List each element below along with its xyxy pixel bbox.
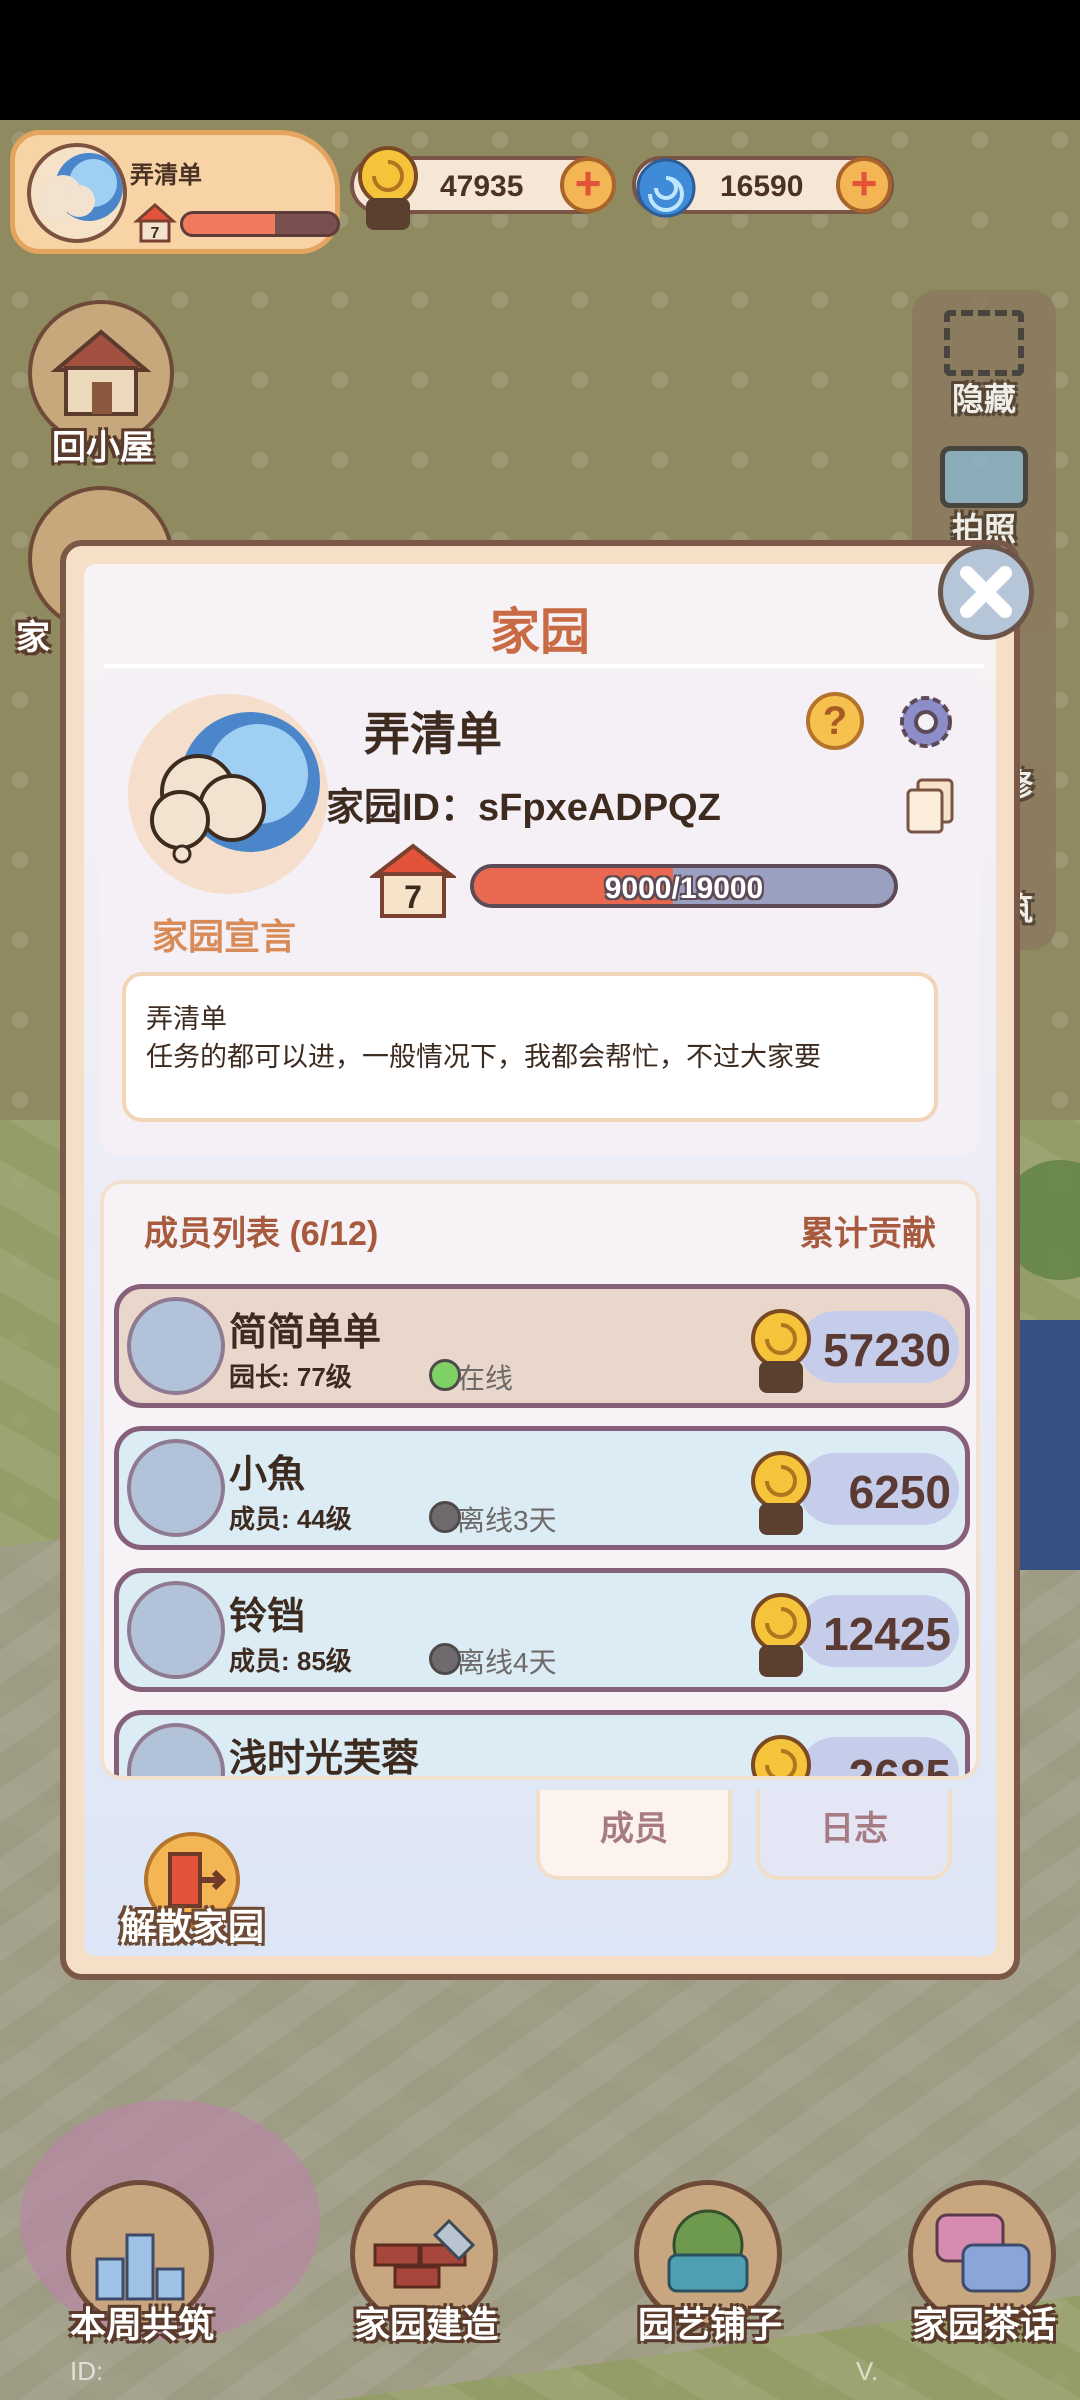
player-name: 弄清单	[130, 162, 202, 189]
member-avatar[interactable]	[127, 1439, 225, 1537]
member-name: 小魚	[229, 1454, 306, 1496]
weekly-build-button[interactable]: 本周共筑	[62, 2180, 222, 2360]
garden-name: 弄清单	[364, 708, 502, 760]
member-name: 铃铛	[229, 1596, 306, 1638]
camera-icon[interactable]	[940, 446, 1028, 508]
game-screen: 弄清单 7 47935 + 16590 + 回小屋 家 隐藏 拍照 家园 弄清单…	[0, 0, 1080, 2400]
gold-currency: 47935 +	[350, 146, 616, 230]
garden-exp-text: 9000/19000	[604, 872, 764, 905]
garden-info-card: 弄清单 家园ID：sFpxeADPQZ ? 7 9000/19000 家园宣言 …	[100, 676, 980, 1156]
cloud-avatar-icon	[150, 712, 320, 864]
member-contribution: 2685	[848, 1750, 951, 1780]
member-status: 在线	[457, 1363, 514, 1394]
player-level: 7	[151, 225, 160, 242]
gardening-shop-button[interactable]: 园艺铺子	[630, 2180, 790, 2360]
member-contribution: 12425	[823, 1608, 951, 1660]
level-house-icon: 7	[133, 202, 177, 243]
members-list-card: 成员列表 (6/12) 累计贡献 简简单单园长: 77级 在线 57230 小魚成员:…	[100, 1180, 980, 1780]
garden-level-house-icon: 7	[370, 843, 456, 918]
add-gem-button[interactable]: +	[836, 157, 892, 213]
gem-amount: 16590	[720, 170, 804, 203]
swirl-gem-icon	[636, 158, 696, 218]
close-icon	[960, 566, 1012, 618]
garden-exp-bar: 9000/19000	[470, 864, 898, 908]
hide-icon[interactable]	[944, 310, 1024, 376]
member-contribution: 6250	[848, 1466, 951, 1518]
garden-level: 7	[404, 879, 422, 915]
player-profile[interactable]: 弄清单 7	[10, 130, 340, 254]
footer-player-id: ID:	[70, 2356, 104, 2386]
member-role: 成员: 44级	[229, 1504, 352, 1534]
member-name: 简简单单	[229, 1312, 382, 1354]
snail-coin-icon	[751, 1309, 811, 1393]
settings-gear-icon[interactable]	[894, 690, 958, 754]
member-role: 成员: 85级	[229, 1646, 352, 1676]
snail-coin-icon	[751, 1451, 811, 1535]
member-row[interactable]: 简简单单园长: 77级 在线 57230	[114, 1284, 970, 1408]
tab-members[interactable]: 成员	[536, 1790, 732, 1880]
member-row[interactable]: 铃铛成员: 85级 离线4天 12425	[114, 1568, 970, 1692]
member-contribution: 57230	[823, 1324, 951, 1376]
dissolve-garden-label: 解散家园	[120, 1906, 265, 1947]
help-button[interactable]: ?	[806, 692, 864, 750]
footer-version: V.	[856, 2356, 879, 2386]
contribution-header: 累计贡献	[800, 1215, 936, 1253]
declaration-label: 家园宣言	[152, 916, 297, 957]
snail-coin-icon	[751, 1593, 811, 1677]
status-bar	[0, 0, 1080, 120]
garden-build-label: 家园建造	[353, 2304, 498, 2345]
dialog-title: 家园	[490, 604, 590, 660]
members-header: 成员列表 (6/12)	[144, 1215, 379, 1253]
garden-chat-button[interactable]: 家园茶话	[904, 2180, 1064, 2360]
return-home-label: 回小屋	[52, 429, 154, 467]
garden-build-button[interactable]: 家园建造	[346, 2180, 506, 2360]
member-role: 园长: 77级	[229, 1362, 352, 1392]
level-progress-fill	[183, 214, 276, 234]
gardening-shop-label: 园艺铺子	[637, 2304, 782, 2345]
member-name: 浅时光芙蓉	[229, 1738, 420, 1780]
tab-log[interactable]: 日志	[756, 1790, 952, 1880]
hide-label[interactable]: 隐藏	[912, 374, 1056, 420]
garden-id: 家园ID：sFpxeADPQZ	[326, 787, 721, 829]
garden-chat-label: 家园茶话	[911, 2304, 1056, 2345]
level-progress-bar	[180, 211, 340, 237]
cloud-avatar-icon	[41, 153, 123, 221]
member-avatar[interactable]	[127, 1581, 225, 1679]
member-status: 离线4天	[457, 1647, 557, 1678]
member-row[interactable]: 浅时光芙蓉 2685	[114, 1710, 970, 1780]
return-home-button[interactable]: 回小屋	[28, 300, 178, 467]
snail-coin-icon	[751, 1735, 811, 1776]
copy-id-icon[interactable]	[904, 776, 956, 836]
add-gold-button[interactable]: +	[560, 157, 616, 213]
snail-coin-icon	[358, 146, 418, 230]
close-button[interactable]	[938, 544, 1034, 640]
member-row[interactable]: 小魚成员: 44级 离线3天 6250	[114, 1426, 970, 1550]
member-avatar[interactable]	[127, 1723, 225, 1776]
declaration-text: 弄清单 任务的都可以进，一般情况下，我都会帮忙，不过大家要	[146, 1004, 821, 1072]
dissolve-garden-button[interactable]: 解散家园	[120, 1828, 320, 1958]
gem-currency: 16590 +	[632, 156, 894, 218]
member-status: 离线3天	[457, 1505, 557, 1536]
title-divider	[104, 664, 984, 668]
member-avatar[interactable]	[127, 1297, 225, 1395]
player-avatar[interactable]	[27, 143, 127, 243]
declaration-box[interactable]: 弄清单 任务的都可以进，一般情况下，我都会帮忙，不过大家要	[122, 972, 938, 1122]
garden-avatar[interactable]	[128, 694, 328, 894]
weekly-build-label: 本周共筑	[69, 2304, 214, 2345]
gold-amount: 47935	[440, 170, 524, 203]
